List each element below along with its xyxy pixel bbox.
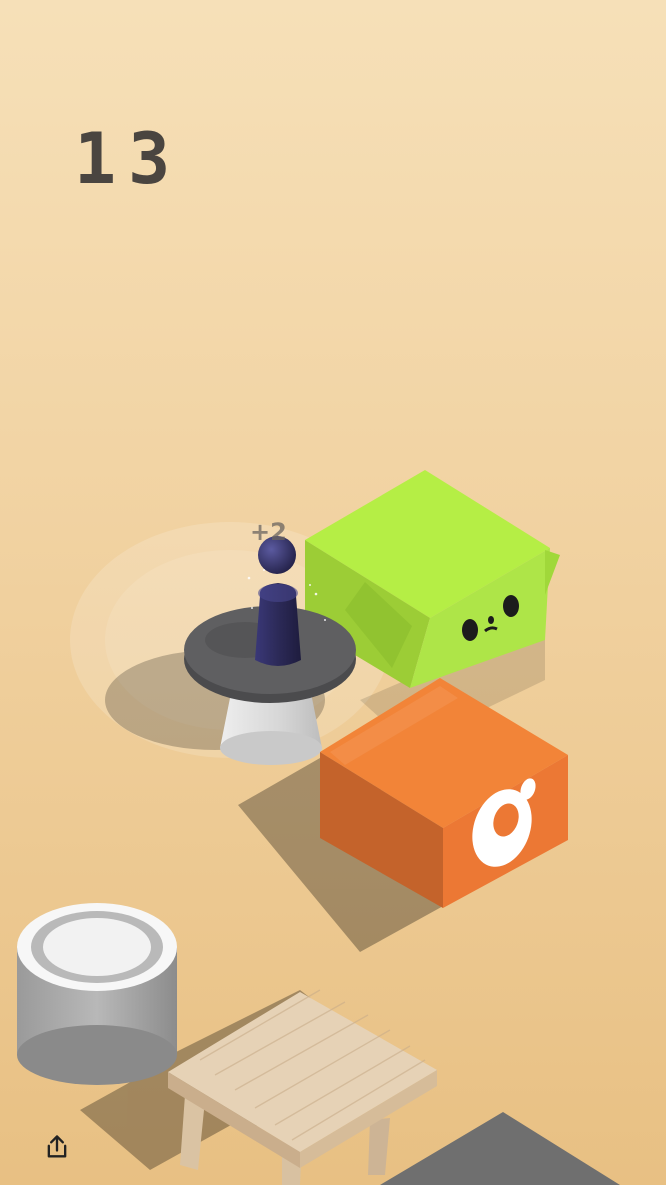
score-counter: 13 [74, 118, 183, 200]
dark-block [380, 1112, 620, 1185]
share-icon [47, 1135, 67, 1158]
green-box-eye-right [503, 595, 519, 617]
green-box-eye-left [462, 619, 478, 641]
wooden-stool [168, 989, 437, 1185]
grey-cylinder [17, 903, 177, 1085]
share-button[interactable] [38, 1128, 76, 1166]
bonus-popup: +2 [250, 518, 287, 546]
